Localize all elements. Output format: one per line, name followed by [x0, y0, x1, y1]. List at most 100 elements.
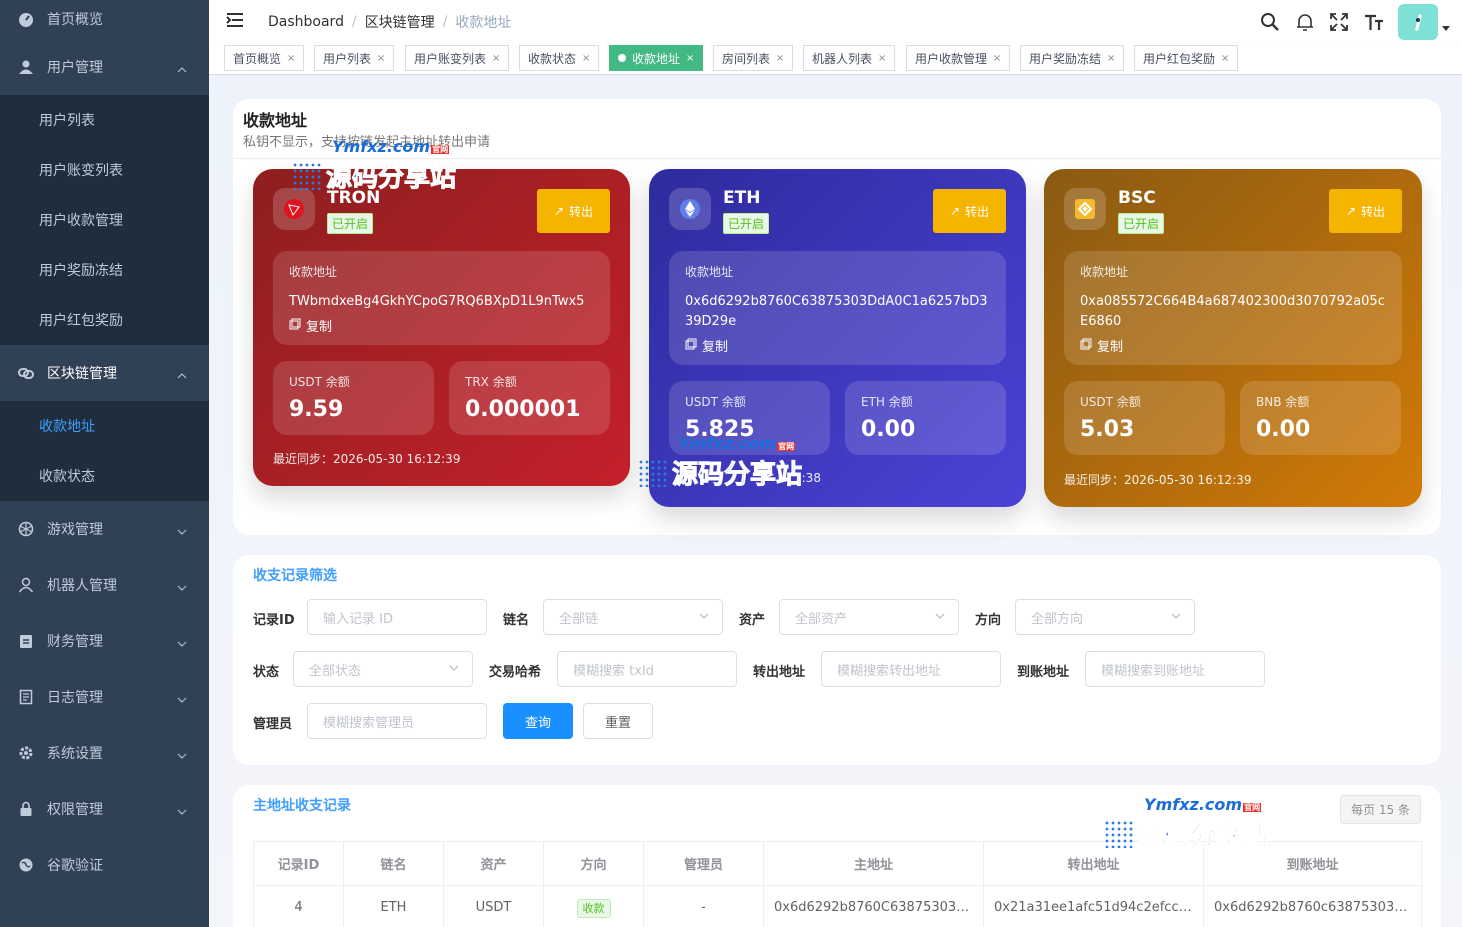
balance-native: ETH 余额 0.00 — [845, 381, 1006, 455]
column-header[interactable]: 链名 — [343, 841, 444, 886]
address-value: 0x6d6292b8760C63875303DdA0C1a6257bD339D2… — [685, 294, 988, 329]
sidebar-subitem-receive-address[interactable]: 收款地址 — [0, 401, 209, 451]
sidebar-subitem-user-reward-freeze[interactable]: 用户奖励冻结 — [0, 245, 209, 295]
cell-direction: 收款 — [543, 885, 644, 927]
sidebar-item-google-auth[interactable]: 谷歌验证 — [0, 837, 209, 893]
from-address-input[interactable]: 模糊搜索转出地址 — [821, 651, 1001, 687]
table-row[interactable]: 4 ETH USDT 收款 - 0x6d6292b8760C63875303D…… — [253, 885, 1422, 927]
close-icon[interactable]: × — [993, 53, 1001, 64]
user-icon — [18, 577, 34, 593]
tag-label: 机器人列表 — [812, 51, 873, 66]
address-box: 收款地址 0xa085572C664B4a687402300d3070792a0… — [1064, 251, 1402, 365]
breadcrumb-item[interactable]: 区块链管理 — [365, 12, 435, 32]
asset-label: 资产 — [739, 613, 766, 628]
button-label: 转出 — [965, 204, 990, 219]
admin-label: 管理员 — [253, 717, 293, 732]
sidebar-item-finance[interactable]: 财务管理 — [0, 613, 209, 669]
tag-user-list[interactable]: 用户列表 × — [314, 45, 395, 71]
tag-receive-status[interactable]: 收款状态 × — [519, 45, 600, 71]
tag-user-balance[interactable]: 用户账变列表 × — [405, 45, 510, 71]
close-icon[interactable]: × — [776, 53, 784, 64]
address-label: 收款地址 — [685, 265, 734, 279]
sidebar-subitem-user-receipts[interactable]: 用户收款管理 — [0, 195, 209, 245]
column-header[interactable]: 方向 — [543, 841, 644, 886]
column-header[interactable]: 主地址 — [763, 841, 984, 886]
hamburger-icon[interactable] — [226, 12, 244, 32]
close-icon[interactable]: × — [878, 53, 886, 64]
tag-receive-address[interactable]: 收款地址 × — [609, 45, 704, 71]
sidebar-item-label: 首页概览 — [47, 12, 103, 28]
sidebar-item-games[interactable]: 游戏管理 — [0, 501, 209, 557]
to-address-input[interactable]: 模糊搜索到账地址 — [1085, 651, 1265, 687]
breadcrumb-item[interactable]: Dashboard — [268, 14, 344, 30]
reset-button[interactable]: 重置 — [583, 703, 653, 739]
avatar[interactable] — [1398, 3, 1438, 40]
user-group-icon — [18, 59, 34, 75]
close-icon[interactable]: × — [287, 53, 295, 64]
sidebar-item-logs[interactable]: 日志管理 — [0, 669, 209, 725]
tag-user-reward-freeze[interactable]: 用户奖励冻结 × — [1020, 45, 1125, 71]
transfer-out-button[interactable]: ↗ 转出 — [933, 189, 1006, 233]
tag-user-receipts[interactable]: 用户收款管理 × — [906, 45, 1011, 71]
status-select[interactable]: 全部状态 — [293, 651, 473, 687]
sidebar-item-user-management[interactable]: 用户管理 — [0, 39, 209, 95]
query-button[interactable]: 查询 — [503, 703, 573, 739]
copy-icon — [1080, 338, 1092, 354]
sidebar-item-settings[interactable]: 系统设置 — [0, 725, 209, 781]
copy-button[interactable]: 复制 — [289, 316, 594, 335]
cell-main-address: 0x6d6292b8760C63875303D… — [763, 885, 984, 927]
column-header[interactable]: 管理员 — [643, 841, 764, 886]
font-size-icon[interactable] — [1364, 13, 1384, 31]
sidebar-subitem-receive-status[interactable]: 收款状态 — [0, 451, 209, 501]
fullscreen-icon[interactable] — [1330, 12, 1348, 31]
close-icon[interactable]: × — [1221, 53, 1229, 64]
chevron-up-icon — [177, 367, 187, 383]
close-icon[interactable]: × — [582, 53, 590, 64]
column-header[interactable]: 到账地址 — [1203, 841, 1422, 886]
tx-hash-input[interactable]: 模糊搜索 txId — [557, 651, 737, 687]
caret-down-icon[interactable] — [1442, 26, 1450, 31]
chain-select[interactable]: 全部链 — [543, 599, 723, 635]
search-icon[interactable] — [1260, 12, 1280, 32]
column-header[interactable]: 资产 — [443, 841, 544, 886]
table-header-row: 记录ID 链名 资产 方向 管理员 主地址 转出地址 到账地址 — [253, 841, 1422, 886]
close-icon[interactable]: × — [1107, 53, 1115, 64]
close-icon[interactable]: × — [377, 53, 385, 64]
sidebar-subitem-user-red-packet[interactable]: 用户红包奖励 — [0, 295, 209, 345]
column-header[interactable]: 记录ID — [253, 841, 344, 886]
record-id-input[interactable]: 输入记录 ID — [307, 599, 487, 635]
sidebar-item-label: 权限管理 — [47, 802, 103, 818]
sidebar-item-home[interactable]: 首页概览 — [0, 0, 209, 39]
column-header[interactable]: 转出地址 — [983, 841, 1204, 886]
chain-name: ETH — [723, 188, 761, 208]
cell-admin: - — [643, 885, 764, 927]
asset-select[interactable]: 全部资产 — [779, 599, 959, 635]
copy-button[interactable]: 复制 — [685, 336, 990, 355]
direction-select[interactable]: 全部方向 — [1015, 599, 1195, 635]
close-icon[interactable]: × — [492, 53, 500, 64]
sidebar-item-blockchain[interactable]: 区块链管理 — [0, 345, 209, 401]
tags-view: 首页概览 × 用户列表 × 用户账变列表 × 收款状态 × 收款地址 × 房间列表 × 机器… — [209, 43, 1462, 75]
select-placeholder: 全部链 — [559, 611, 599, 627]
button-label: 转出 — [569, 204, 594, 219]
direction-label: 方向 — [975, 613, 1002, 628]
admin-input[interactable]: 模糊搜索管理员 — [307, 703, 487, 739]
transfer-out-button[interactable]: ↗ 转出 — [537, 189, 610, 233]
balance-native: TRX 余额 0.000001 — [449, 361, 610, 435]
bnb-icon — [1064, 188, 1106, 230]
sidebar-item-robots[interactable]: 机器人管理 — [0, 557, 209, 613]
blockchain-submenu: 收款地址 收款状态 — [0, 401, 209, 501]
sidebar-subitem-user-list[interactable]: 用户列表 — [0, 95, 209, 145]
breadcrumb-separator: / — [442, 13, 448, 30]
sidebar-subitem-user-balance-changes[interactable]: 用户账变列表 — [0, 145, 209, 195]
tag-robot-list[interactable]: 机器人列表 × — [803, 45, 896, 71]
sidebar-item-permissions[interactable]: 权限管理 — [0, 781, 209, 837]
close-icon[interactable]: × — [686, 53, 694, 64]
transfer-out-button[interactable]: ↗ 转出 — [1329, 189, 1402, 233]
bell-icon[interactable] — [1296, 12, 1314, 32]
balance-label: USDT 余额 — [685, 395, 746, 409]
tag-home[interactable]: 首页概览 × — [224, 45, 305, 71]
tag-user-red-packet[interactable]: 用户红包奖励 × — [1134, 45, 1239, 71]
tag-room-list[interactable]: 房间列表 × — [713, 45, 794, 71]
copy-button[interactable]: 复制 — [1080, 336, 1386, 355]
